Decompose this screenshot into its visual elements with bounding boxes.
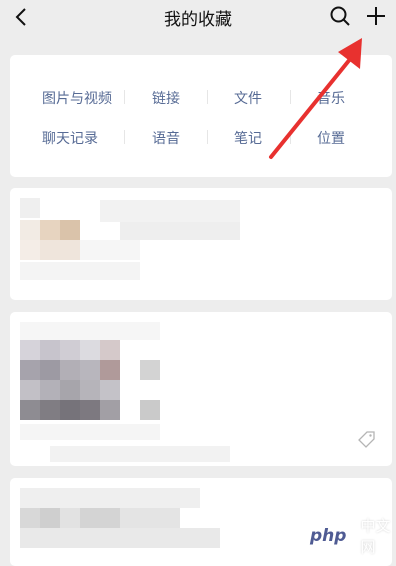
pixelated-content [100,400,120,420]
pixelated-content [120,222,240,240]
divider [207,130,208,144]
pixelated-content [80,240,140,260]
pixelated-content [40,508,60,528]
pixelated-content [80,508,120,528]
pixelated-content [140,400,160,420]
pixelated-content [50,446,230,462]
pixelated-content [80,380,100,400]
pixelated-content [60,400,80,420]
pixelated-content [20,508,40,528]
pixelated-content [20,240,40,260]
favorite-item[interactable] [10,312,392,466]
search-icon[interactable] [329,5,351,27]
pixelated-content [40,220,60,240]
pixelated-content [20,220,40,240]
pixelated-content [20,340,40,360]
pixelated-content [80,360,100,380]
pixelated-content [20,400,40,420]
pixelated-content [40,360,60,380]
category-files[interactable]: 文件 [234,88,262,108]
watermark: php 中文网 [300,517,396,556]
watermark-text: 中文网 [360,517,391,556]
divider [290,90,291,104]
category-music[interactable]: 音乐 [317,88,345,108]
category-notes[interactable]: 笔记 [234,128,262,148]
pixelated-content [20,528,220,548]
pixelated-content [20,360,40,380]
category-links[interactable]: 链接 [152,88,180,108]
pixelated-content [20,322,160,340]
watermark-logo: php [300,522,357,550]
category-voice[interactable]: 语音 [152,128,180,148]
pixelated-content [100,360,120,380]
pixelated-content [40,400,60,420]
plus-icon[interactable] [365,5,387,27]
pixelated-content [100,340,120,360]
divider [124,130,125,144]
pixelated-content [100,380,120,400]
pixelated-content [60,360,80,380]
pixelated-content [40,340,60,360]
tag-icon[interactable] [358,430,376,448]
divider [124,90,125,104]
pixelated-content [20,198,40,218]
pixelated-content [60,380,80,400]
category-photos-videos[interactable]: 图片与视频 [42,88,112,108]
pixelated-content [20,424,160,440]
pixelated-content [20,488,200,508]
divider [207,90,208,104]
pixelated-content [60,340,80,360]
pixelated-content [80,340,100,360]
pixelated-content [120,508,180,528]
divider [290,130,291,144]
pixelated-content [20,380,40,400]
category-chat-history[interactable]: 聊天记录 [42,128,98,148]
navigation-bar: 我的收藏 [0,0,396,40]
pixelated-content [80,400,100,420]
pixelated-content [140,360,160,380]
pixelated-content [20,262,140,280]
pixelated-content [60,220,80,240]
category-location[interactable]: 位置 [317,128,345,148]
category-panel: 图片与视频 链接 文件 音乐 聊天记录 语音 笔记 位置 [10,55,392,177]
pixelated-content [40,240,80,260]
pixelated-content [60,508,80,528]
pixelated-content [100,200,240,222]
favorite-item[interactable] [10,188,392,300]
pixelated-content [40,380,60,400]
